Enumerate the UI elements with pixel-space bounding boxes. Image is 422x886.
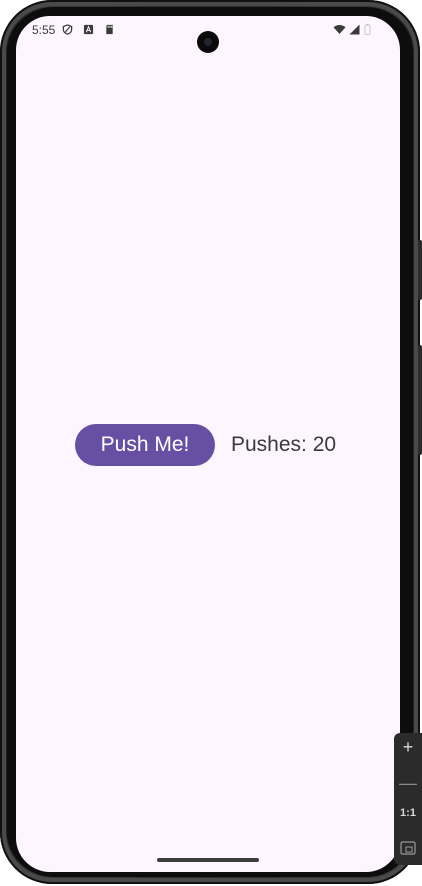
emulator-zoom-toolbar: + — 1:1 xyxy=(394,733,422,865)
front-camera xyxy=(197,31,219,53)
shield-icon xyxy=(62,24,73,35)
gesture-bar[interactable] xyxy=(157,858,259,862)
sd-card-icon xyxy=(106,24,113,35)
phone-screen: 5:55 Push Me! Pushes: 20 xyxy=(16,16,400,872)
power-button[interactable] xyxy=(418,240,422,300)
zoom-in-button[interactable]: + xyxy=(394,737,422,758)
fit-screen-button[interactable] xyxy=(394,839,422,860)
signal-icon xyxy=(349,24,360,35)
status-time: 5:55 xyxy=(32,23,56,37)
volume-rocker[interactable] xyxy=(418,345,422,455)
content-row: Push Me! Pushes: 20 xyxy=(75,424,336,466)
wifi-icon xyxy=(333,24,346,34)
zoom-out-button[interactable]: — xyxy=(394,773,422,794)
push-me-button[interactable]: Push Me! xyxy=(75,424,215,466)
actual-size-button[interactable]: 1:1 xyxy=(394,807,422,819)
a-badge-icon xyxy=(83,24,94,35)
battery-icon xyxy=(364,24,371,35)
push-counter: Pushes: 20 xyxy=(231,433,337,456)
fit-screen-icon xyxy=(400,841,416,855)
